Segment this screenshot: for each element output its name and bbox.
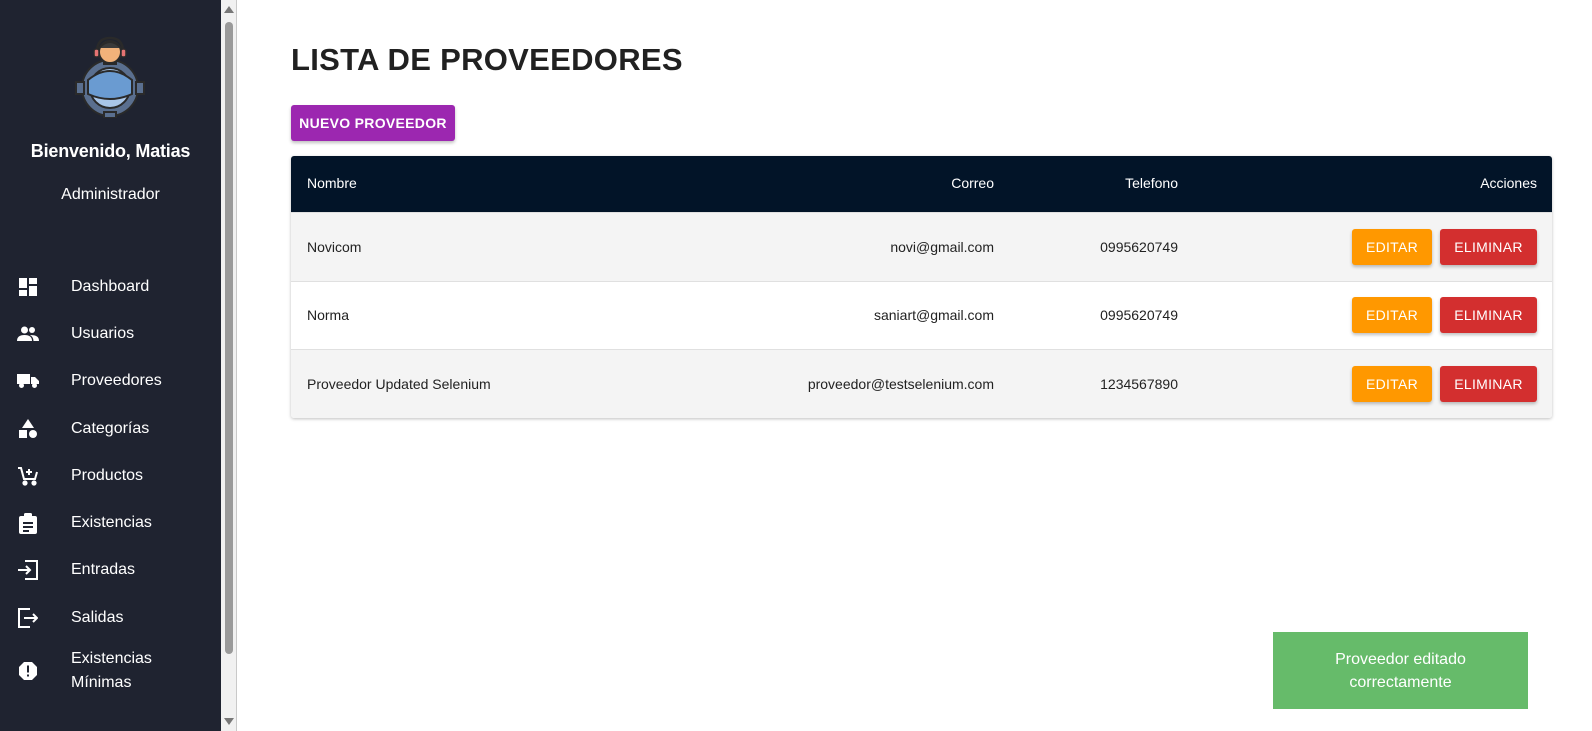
sidebar-item-label: Salidas [71, 608, 124, 626]
sidebar-item-label: Proveedores [71, 372, 162, 390]
dashboard-icon [17, 276, 39, 298]
sidebar-item-dashboard[interactable]: Dashboard [0, 263, 221, 310]
sidebar-item-entradas[interactable]: Entradas [0, 547, 221, 594]
sidebar-item-label: Categorías [71, 419, 150, 437]
provider-email: proveedor@testselenium.com [807, 375, 994, 392]
app-root: Bienvenido, Matias Administrador Dashboa… [0, 0, 1592, 731]
sidebar-item-label: Productos [71, 466, 144, 484]
sidebar-item-productos[interactable]: Productos [0, 452, 221, 499]
table-row: Proveedor Updated Selenium proveedor@tes… [291, 349, 1552, 418]
providers-table: Nombre Correo Telefono Acciones Novicom … [291, 156, 1552, 418]
delete-button[interactable]: ELIMINAR [1440, 365, 1537, 402]
sidebar: Bienvenido, Matias Administrador Dashboa… [0, 0, 221, 731]
category-shapes-icon [17, 418, 39, 440]
provider-phone: 0995620749 [1100, 307, 1178, 324]
logout-icon [17, 607, 39, 629]
sidebar-item-label: Entradas [71, 561, 136, 579]
table-row: Norma saniart@gmail.com 0995620749 EDITA… [291, 280, 1552, 349]
login-icon [17, 559, 39, 581]
sidebar-item-existencias-minimas[interactable]: Existencias Mínimas [0, 641, 221, 701]
edit-button[interactable]: EDITAR [1352, 228, 1432, 265]
scrollbar-thumb[interactable] [225, 22, 233, 654]
edit-button[interactable]: EDITAR [1352, 297, 1432, 334]
sidebar-item-salidas[interactable]: Salidas [0, 594, 221, 641]
sidebar-item-existencias[interactable]: Existencias [0, 499, 221, 546]
new-provider-button[interactable]: NUEVO PROVEEDOR [291, 105, 455, 141]
sidebar-item-label: Existencias Mínimas [71, 650, 152, 692]
sidebar-item-categorias[interactable]: Categorías [0, 405, 221, 452]
user-role: Administrador [61, 186, 160, 203]
delete-button[interactable]: ELIMINAR [1440, 297, 1537, 334]
alert-icon [17, 660, 39, 682]
edit-button[interactable]: EDITAR [1352, 365, 1432, 402]
scroll-down-arrow-icon[interactable] [224, 718, 234, 725]
users-icon [17, 323, 39, 345]
sidebar-item-proveedores[interactable]: Proveedores [0, 358, 221, 405]
admin-avatar-icon [70, 34, 150, 119]
sidebar-item-usuarios[interactable]: Usuarios [0, 310, 221, 357]
provider-email: novi@gmail.com [890, 238, 994, 255]
welcome-text: Bienvenido, Matias [30, 141, 191, 161]
table-row: Novicom novi@gmail.com 0995620749 EDITAR… [291, 212, 1552, 281]
sidebar-scrollbar[interactable] [221, 0, 237, 731]
column-header-actions: Acciones [1480, 175, 1537, 191]
cart-icon [17, 465, 39, 487]
sidebar-item-label: Existencias [71, 514, 152, 532]
provider-name: Novicom [307, 238, 362, 255]
provider-name: Norma [307, 307, 350, 324]
column-header-name: Nombre [307, 175, 357, 191]
column-header-email: Correo [951, 175, 994, 191]
success-toast: Proveedor editado correctamente [1273, 632, 1528, 709]
delete-button[interactable]: ELIMINAR [1440, 228, 1537, 265]
provider-email: saniart@gmail.com [873, 307, 994, 324]
column-header-phone: Telefono [1125, 175, 1178, 191]
provider-phone: 0995620749 [1100, 238, 1178, 255]
table-header: Nombre Correo Telefono Acciones [291, 156, 1552, 212]
truck-icon [17, 370, 39, 392]
sidebar-item-label: Dashboard [71, 277, 150, 295]
provider-name: Proveedor Updated Selenium [307, 375, 491, 392]
provider-phone: 1234567890 [1100, 375, 1178, 392]
page-title: LISTA DE PROVEEDORES [291, 42, 683, 77]
sidebar-item-label: Usuarios [71, 324, 135, 342]
scroll-up-arrow-icon[interactable] [224, 6, 234, 13]
sidebar-nav: Dashboard Usuarios Proveedores Categoría… [0, 263, 221, 701]
clipboard-icon [17, 512, 39, 534]
